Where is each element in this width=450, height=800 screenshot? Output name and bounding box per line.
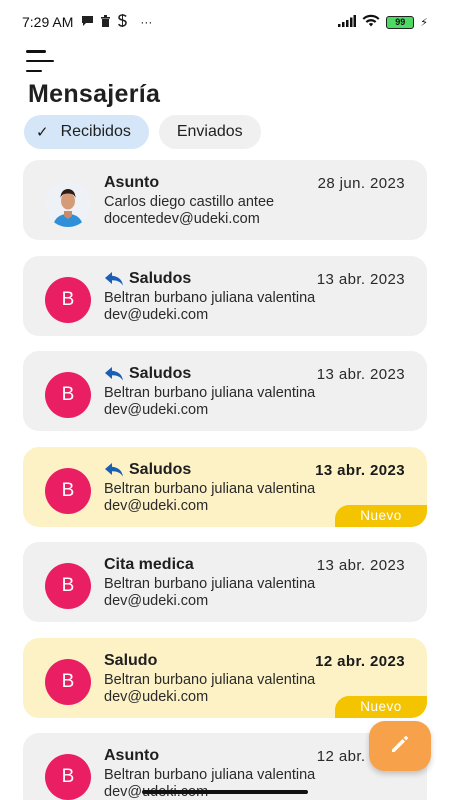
new-badge: Nuevo [335,695,427,718]
message-card[interactable]: B Saludo 12 abr. 2023 Beltran burbano julia… [23,637,427,718]
message-email: dev@udeki.com [104,402,209,418]
message-subject: Saludo [104,652,157,670]
message-subject: Cita medica [104,556,194,574]
message-subject: Asunto [104,174,159,192]
subject-text: Saludos [129,269,192,287]
message-sender: Carlos diego castillo antee [104,194,275,210]
message-email: dev@udeki.com [104,497,209,514]
subject-text: Asunto [104,747,160,764]
charging-icon: ⚡ [420,16,428,29]
message-card[interactable]: B Cita medica 13 abr. 2023 Beltran burbano … [23,542,427,622]
message-email: dev@udeki.com [104,306,209,323]
battery-level: 99 [395,17,406,27]
new-badge: Nuevo [335,504,427,527]
reply-icon [104,462,124,477]
tab-recibidos[interactable]: ✓ Recibidos [24,115,149,149]
tab-label: Enviados [176,123,243,140]
more-dots-icon: ··· [140,15,153,29]
message-sender: Beltran burbano juliana valentina [104,289,316,306]
message-date: 28 jun. 2023 [317,175,405,192]
message-email: dev@udeki.com [104,688,209,705]
message-card[interactable]: B Saludos 13 abr. 2023 Beltran burbano juli… [23,351,427,431]
subject-text: Saludo [104,651,158,669]
message-card[interactable]: B Saludos 13 abr. 2023 Beltran burbano juli… [23,446,427,527]
menu-line [26,50,46,53]
tab-label: Recibidos [60,123,131,140]
home-indicator[interactable] [142,790,308,794]
message-subject: Asunto [104,747,159,765]
message-email: dev@udeki.com [104,593,209,609]
compose-button[interactable] [369,721,431,771]
message-email: docentedev@udeki.com [104,211,260,227]
message-list: Asunto 28 jun. 2023 Carlos diego castillo … [23,160,427,800]
chat-bubble-icon [81,15,94,30]
message-subject: Saludos [104,461,191,479]
filter-tabs: ✓ Recibidos Enviados [24,115,261,149]
tab-enviados[interactable]: Enviados [158,115,261,149]
avatar: B [45,754,91,800]
reply-icon [104,367,124,381]
subject-text: Asunto [104,174,160,191]
avatar: B [45,658,91,705]
reply-icon [104,271,124,286]
subject-text: Saludos [129,365,192,382]
wifi-icon [362,14,380,30]
menu-line [26,69,42,72]
message-date: 12 abr. 2023 [315,652,405,670]
avatar: B [45,276,91,323]
message-date: 13 abr. 2023 [315,461,405,479]
message-card[interactable]: B Saludos 13 abr. 2023 Beltran burbano juli… [23,255,427,336]
avatar: B [45,372,91,418]
message-card[interactable]: Asunto 28 jun. 2023 Carlos diego castillo … [23,160,427,240]
check-icon: ✓ [36,124,49,141]
message-sender: Beltran burbano juliana valentina [104,671,316,688]
message-sender: Beltran burbano juliana valentina [104,767,316,783]
message-sender: Beltran burbano juliana valentina [104,576,316,592]
menu-line [26,59,54,63]
menu-button[interactable] [26,50,56,72]
trash-icon [100,14,111,30]
s-icon [117,14,128,30]
status-left: 7:29 AM ··· [22,14,152,30]
message-subject: Saludos [104,270,191,288]
subject-text: Cita medica [104,556,194,573]
page-title: Mensajería [28,80,161,108]
pencil-icon [389,733,411,760]
message-subject: Saludos [104,365,191,383]
message-date: 13 abr. 2023 [316,557,405,574]
notification-icons: ··· [81,14,152,30]
battery-icon: 99 [386,15,415,29]
signal-icon [338,14,357,30]
avatar: B [45,563,91,609]
status-time: 7:29 AM [22,14,74,30]
status-right: 99 ⚡ [338,14,428,30]
message-date: 13 abr. 2023 [316,366,405,383]
message-date: 13 abr. 2023 [316,270,405,288]
subject-text: Saludos [129,460,192,478]
status-bar: 7:29 AM ··· 99 ⚡ [0,0,450,44]
avatar-photo [45,181,91,227]
message-sender: Beltran burbano juliana valentina [104,480,316,497]
avatar: B [45,467,91,514]
message-sender: Beltran burbano juliana valentina [104,385,316,401]
